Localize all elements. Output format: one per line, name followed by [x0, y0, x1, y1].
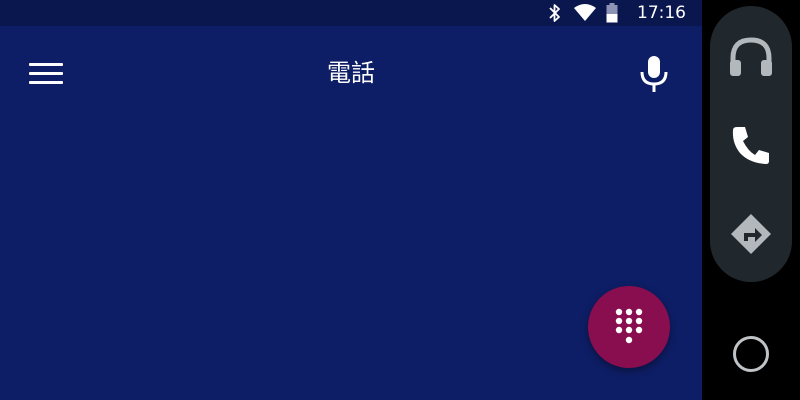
app-screen: 17:16 電話: [0, 0, 702, 400]
rail-item-navigation[interactable]: [723, 206, 779, 262]
voice-search-button[interactable]: [630, 50, 678, 98]
page-title: 電話: [327, 59, 375, 87]
microphone-icon: [640, 56, 668, 92]
status-time: 17:16: [637, 3, 686, 23]
home-button[interactable]: [733, 336, 769, 372]
navigation-rail: [710, 6, 792, 282]
bluetooth-icon: [548, 3, 562, 27]
app-bar: 電話: [0, 26, 702, 122]
wifi-icon: [573, 4, 597, 26]
rail-item-phone[interactable]: [723, 117, 779, 173]
dialpad-icon: [615, 308, 643, 344]
battery-icon: [606, 3, 618, 27]
headphones-icon: [730, 37, 772, 76]
navigation-icon: [731, 214, 771, 254]
dialpad-button[interactable]: [588, 286, 670, 368]
rail-item-media[interactable]: [723, 30, 779, 86]
phone-icon: [732, 127, 769, 164]
status-bar: 17:16: [0, 0, 702, 26]
